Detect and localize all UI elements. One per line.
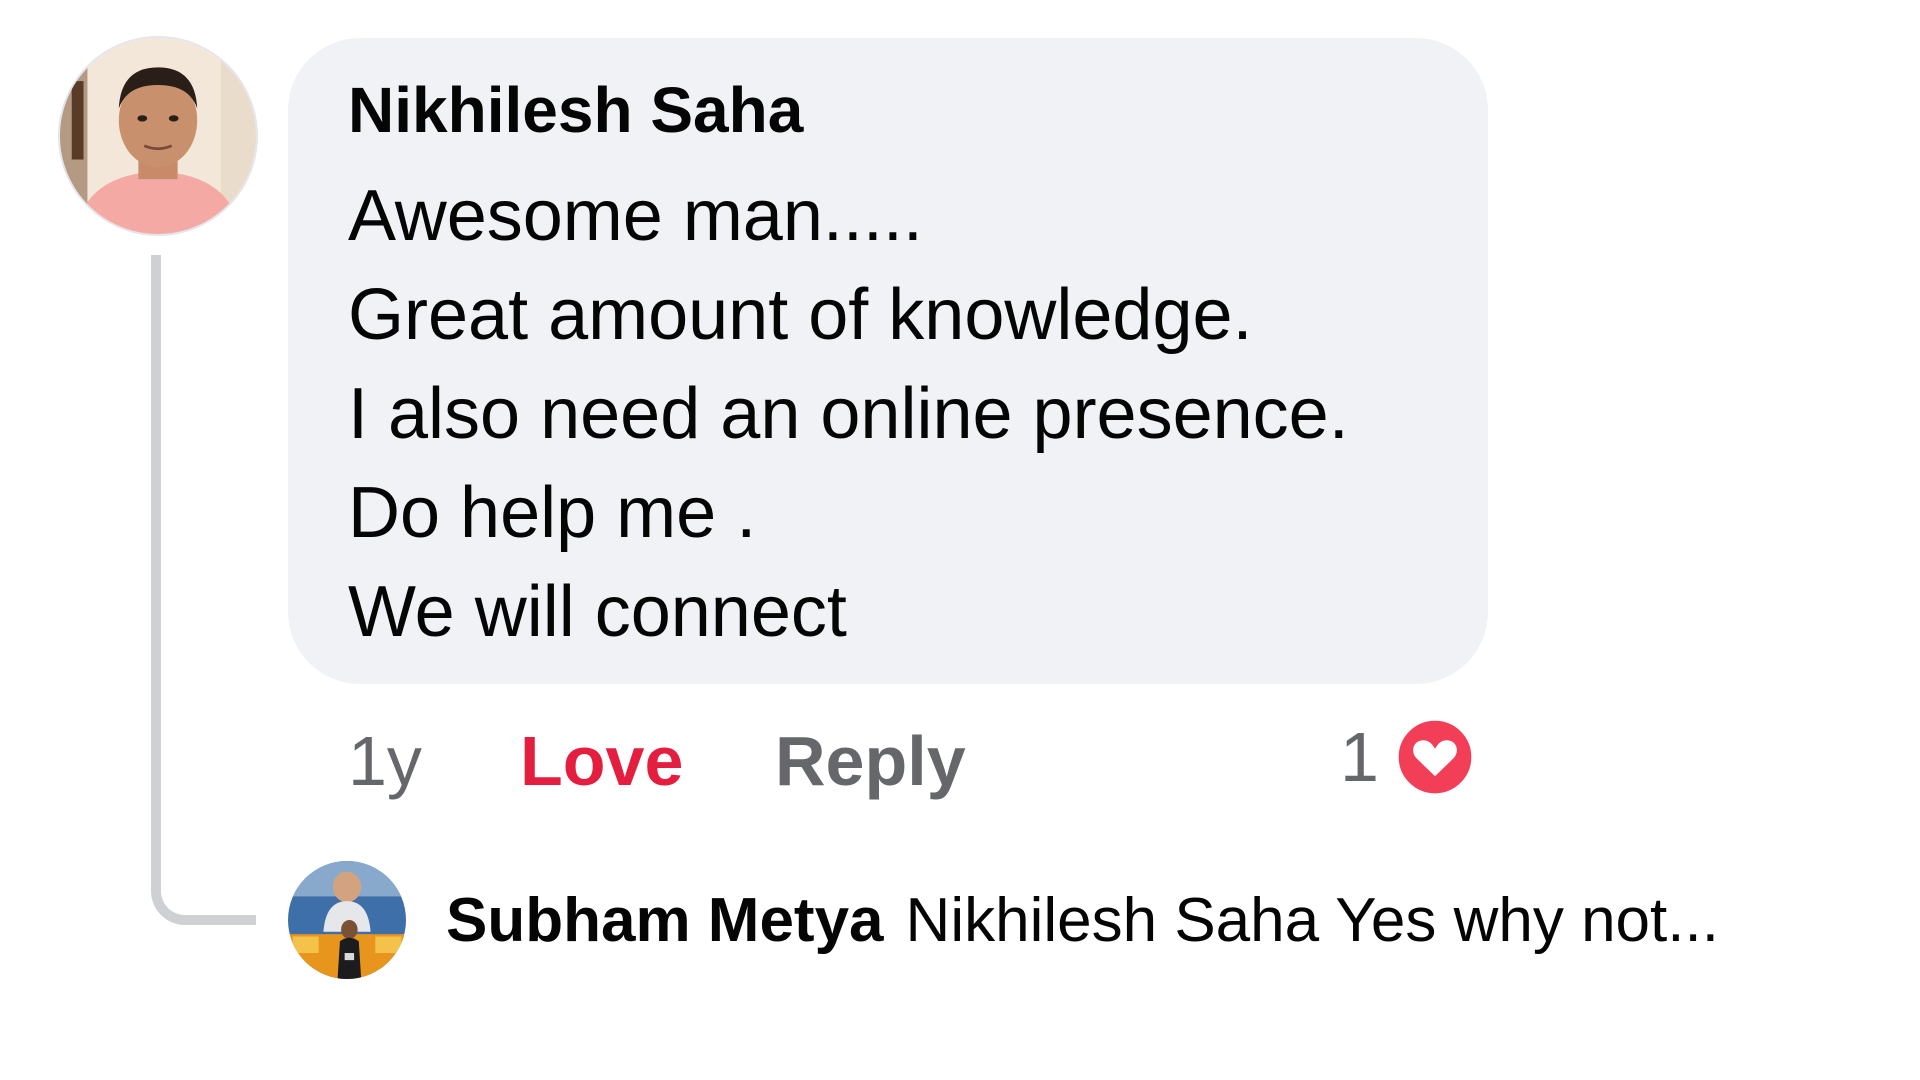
avatar-photo-icon (60, 38, 256, 234)
avatar-photo-icon (288, 861, 406, 979)
reply-preview[interactable]: Subham Metya Nikhilesh Saha Yes why not.… (446, 880, 1719, 960)
reply-avatar[interactable] (288, 861, 406, 979)
comment-bubble: Nikhilesh Saha Awesome man..... Great am… (288, 38, 1488, 684)
reply-author-name[interactable]: Subham Metya (446, 885, 884, 956)
love-reaction-button[interactable]: Love (520, 722, 683, 800)
comment-line: Awesome man..... (348, 175, 923, 256)
comment-author-name[interactable]: Nikhilesh Saha (348, 72, 1428, 149)
heart-icon (1394, 716, 1476, 798)
comment-line: Great amount of knowledge. (348, 274, 1253, 355)
comment-body: Awesome man..... Great amount of knowled… (348, 167, 1428, 662)
comment-thread: Nikhilesh Saha Awesome man..... Great am… (0, 0, 1920, 1080)
reply-button[interactable]: Reply (775, 722, 966, 800)
comment-line: We will connect (348, 571, 847, 652)
reply-text: Nikhilesh Saha Yes why not... (905, 885, 1719, 955)
comment-line: Do help me . (348, 472, 757, 553)
comment-line: I also need an online presence. (348, 373, 1349, 454)
thread-connector-line (151, 255, 256, 925)
comment-timestamp[interactable]: 1y (348, 722, 422, 800)
reaction-count: 1 (1340, 718, 1379, 796)
commenter-avatar[interactable] (60, 38, 256, 234)
reaction-summary[interactable]: 1 (1340, 712, 1477, 802)
